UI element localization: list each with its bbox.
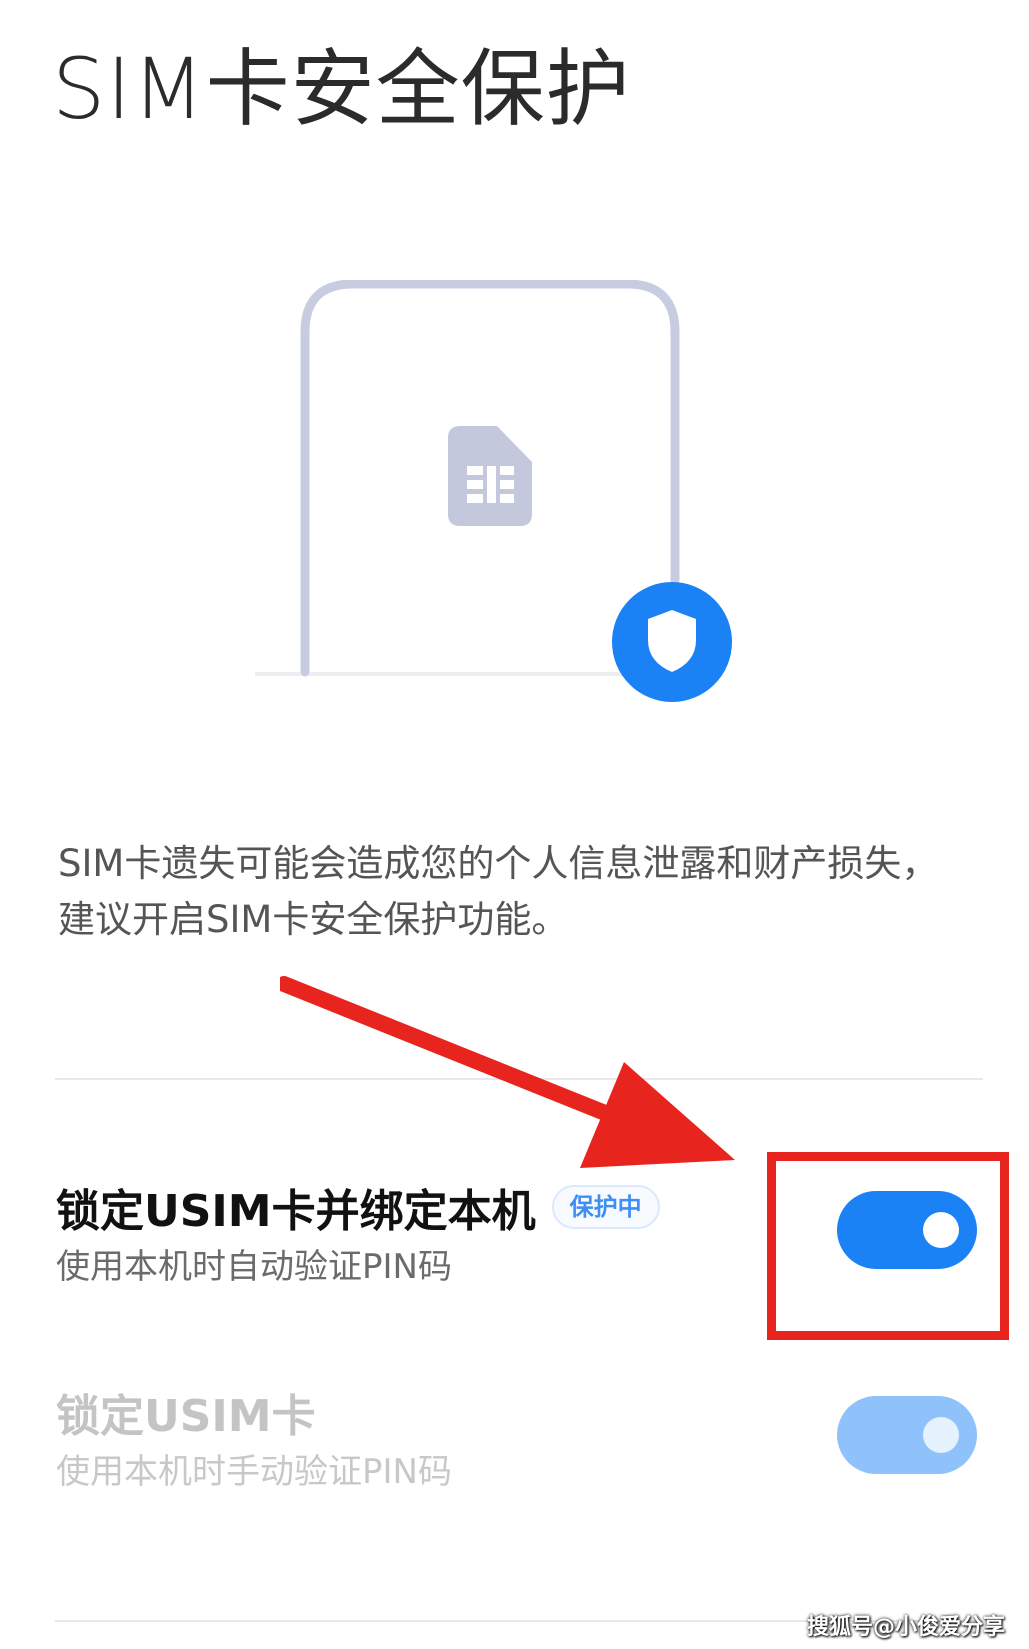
- setting-lock-usim: 锁定USIM卡 使用本机时手动验证PIN码: [0, 1380, 1029, 1520]
- page-title: SIM卡安全保护: [52, 40, 631, 138]
- red-arrow-icon: [280, 976, 735, 1168]
- setting-title: 锁定USIM卡: [56, 1380, 316, 1444]
- highlight-box: [767, 1152, 1009, 1340]
- shield-icon: [612, 582, 732, 702]
- status-badge: 保护中: [551, 1185, 660, 1229]
- toggle-knob: [923, 1417, 959, 1453]
- setting-subtitle: 使用本机时手动验证PIN码: [56, 1452, 452, 1492]
- setting-subtitle: 使用本机时自动验证PIN码: [56, 1247, 452, 1287]
- sim-protection-illustration: [255, 280, 732, 702]
- watermark: 搜狐号@小俊爱分享: [806, 1615, 1005, 1640]
- description-text: SIM卡遗失可能会造成您的个人信息泄露和财产损失，建议开启SIM卡安全保护功能。: [58, 842, 939, 941]
- setting-title-text: 锁定USIM卡: [56, 1391, 316, 1442]
- lock-usim-toggle: [837, 1396, 977, 1474]
- sim-card-icon: [448, 426, 532, 526]
